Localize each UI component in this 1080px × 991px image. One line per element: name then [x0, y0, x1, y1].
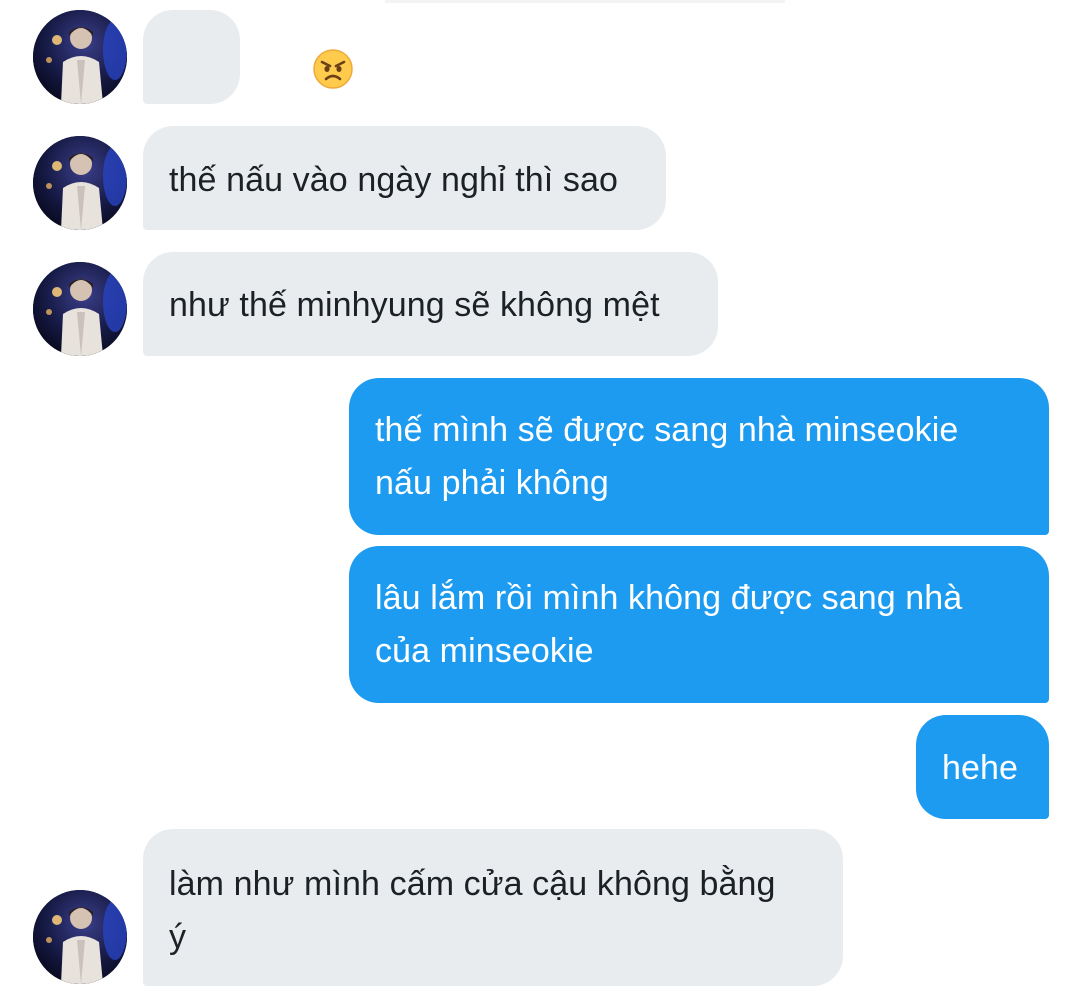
contact-avatar[interactable] [33, 262, 127, 356]
message-text-line: lâu lắm rồi mình không được sang nhà [375, 579, 963, 617]
message-bubble-outgoing[interactable]: hehe [916, 715, 1049, 819]
message-text: như thế minhyung sẽ không mệt [169, 286, 660, 324]
message-text-line: làm như mình cấm cửa cậu không bằng [169, 865, 776, 903]
message-text-line: thế mình sẽ được sang nhà minseokie [375, 411, 959, 449]
message-bubble-outgoing[interactable]: lâu lắm rồi mình không được sang nhà của… [349, 546, 1049, 703]
message-text: thế nấu vào ngày nghỉ thì sao [169, 161, 619, 199]
top-divider [385, 0, 785, 3]
message-bubble-incoming[interactable]: làm như mình cấm cửa cậu không bằng ý [143, 829, 843, 986]
angry-face-icon [313, 49, 353, 89]
message-bubble-incoming[interactable]: như thế minhyung sẽ không mệt [143, 252, 718, 356]
avatar-image [33, 262, 127, 356]
contact-avatar[interactable] [33, 136, 127, 230]
message-text-line: nấu phải không [375, 464, 609, 502]
message-text-line: ý [169, 918, 187, 956]
message-text: hehe [942, 749, 1019, 787]
contact-avatar[interactable] [33, 890, 127, 984]
message-bubble-incoming[interactable]: thế nấu vào ngày nghỉ thì sao [143, 126, 666, 230]
avatar-image [33, 136, 127, 230]
avatar-image [33, 890, 127, 984]
message-bubble-outgoing[interactable]: thế mình sẽ được sang nhà minseokie nấu … [349, 378, 1049, 535]
message-bubble-incoming[interactable] [143, 10, 353, 104]
message-text-line: của minseokie [375, 632, 594, 670]
avatar-image [33, 10, 127, 104]
contact-avatar[interactable] [33, 10, 127, 104]
